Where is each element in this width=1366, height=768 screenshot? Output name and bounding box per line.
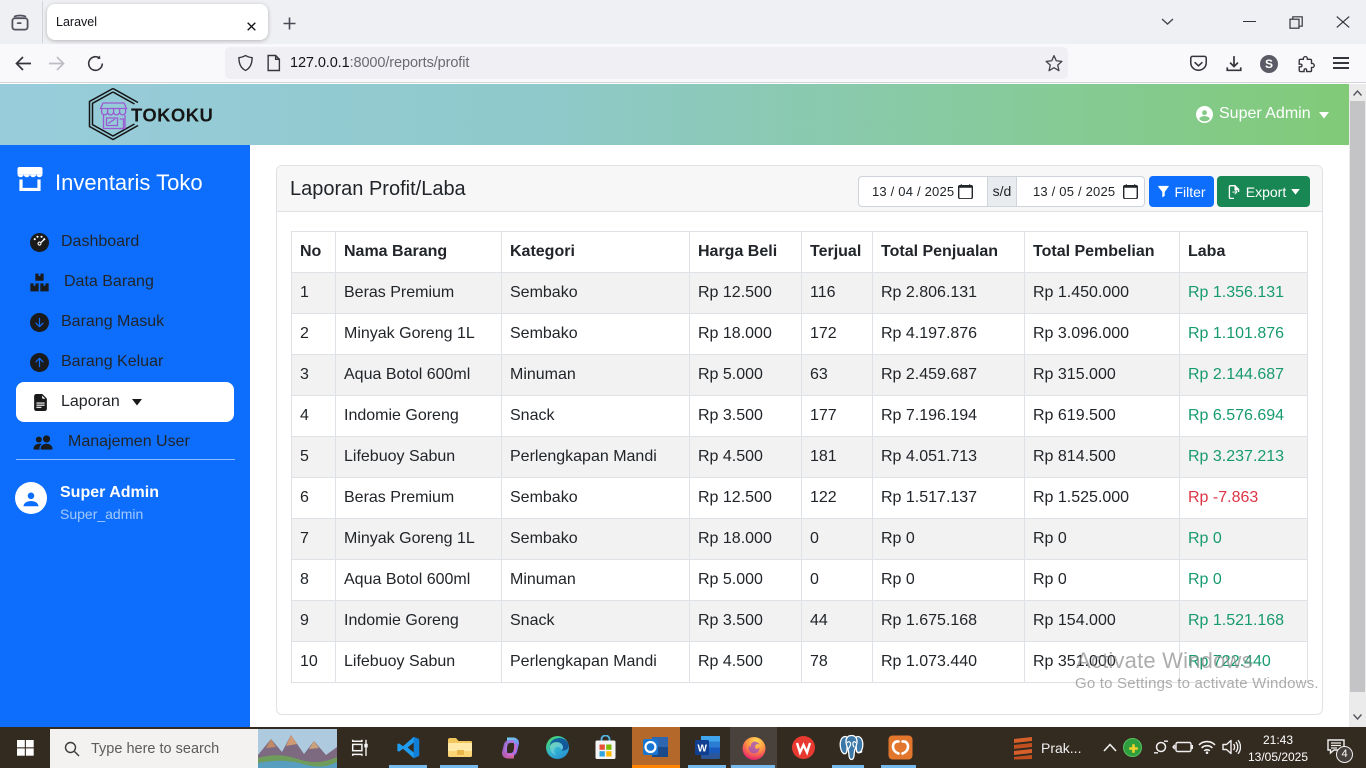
svg-text:TOKOKU: TOKOKU: [131, 105, 213, 126]
svg-text:W: W: [697, 744, 707, 755]
